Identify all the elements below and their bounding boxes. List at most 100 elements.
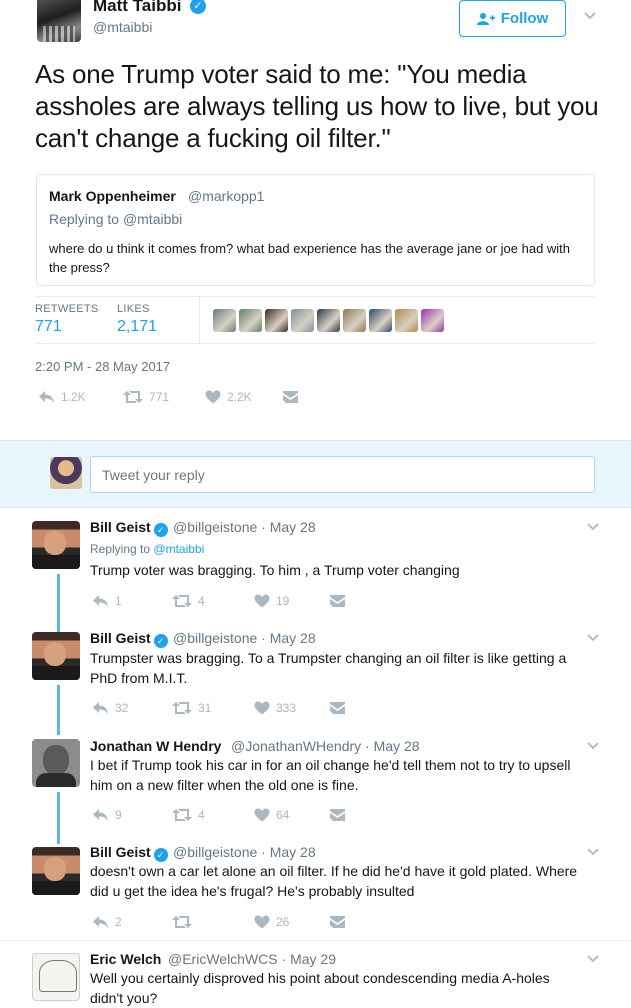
- liker-avatar[interactable]: [317, 309, 340, 332]
- envelope-icon: [283, 391, 298, 403]
- reply-avatar[interactable]: [32, 953, 80, 1001]
- reply-action[interactable]: 1: [92, 594, 172, 608]
- reply-author-name[interactable]: Bill Geist ✓: [90, 844, 168, 862]
- quoted-tweet[interactable]: Mark Oppenheimer @markopp1 Replying to @…: [36, 174, 595, 286]
- message-action[interactable]: [283, 390, 298, 404]
- author-name[interactable]: Matt Taibbi: [93, 0, 181, 16]
- reply-input[interactable]: [90, 456, 595, 493]
- author-handle[interactable]: @mtaibbi: [93, 19, 152, 35]
- retweet-icon: [172, 595, 192, 607]
- current-user-avatar: [50, 457, 82, 489]
- reply-text: Trump voter was bragging. To him , a Tru…: [90, 562, 460, 578]
- retweet-action[interactable]: 31: [172, 701, 254, 715]
- retweets-stat[interactable]: RETWEETS 771: [35, 303, 99, 336]
- reply-author-handle[interactable]: @billgeistone: [173, 519, 257, 535]
- reply-icon: [39, 391, 54, 403]
- reply-tweet[interactable]: Jonathan W Hendry @JonathanWHendry · May…: [0, 735, 631, 844]
- message-action[interactable]: [330, 594, 345, 608]
- retweet-icon: [172, 702, 192, 714]
- main-tweet: Matt Taibbi ✓ @mtaibbi Follow As one Tru…: [0, 0, 631, 440]
- liker-avatar[interactable]: [369, 309, 392, 332]
- heart-icon: [254, 701, 270, 715]
- follow-button[interactable]: Follow: [459, 0, 566, 37]
- reply-date[interactable]: May 28: [270, 844, 316, 860]
- retweet-action[interactable]: 4: [172, 594, 254, 608]
- like-action[interactable]: 64: [254, 808, 330, 822]
- reply-date[interactable]: May 28: [270, 519, 316, 535]
- retweet-icon: [172, 916, 192, 928]
- thread-connector: [57, 792, 60, 844]
- reply-avatar[interactable]: [32, 521, 80, 569]
- reply-tweet[interactable]: Bill Geist ✓ @billgeistone · May 28 Reply…: [0, 508, 631, 625]
- reply-author-name[interactable]: Jonathan W Hendry: [90, 738, 221, 754]
- like-action[interactable]: 26: [254, 915, 330, 929]
- like-count: 64: [276, 808, 290, 822]
- author-avatar[interactable]: [37, 0, 81, 42]
- retweet-count: 31: [198, 701, 212, 715]
- reply-date[interactable]: May 29: [290, 951, 336, 967]
- reply-author-handle[interactable]: @JonathanWHendry: [231, 738, 361, 754]
- reply-action[interactable]: 2: [92, 915, 172, 929]
- reply-replying-to: Replying to @mtaibbi: [90, 542, 204, 556]
- reply-action-bar: 32 31 333: [92, 701, 345, 715]
- reply-author-name-text: Bill Geist: [90, 519, 151, 535]
- retweet-action[interactable]: [172, 915, 254, 929]
- reply-text: I bet if Trump took his car in for an oi…: [90, 757, 571, 793]
- chevron-down-icon[interactable]: [586, 954, 600, 964]
- reply-icon: [93, 595, 108, 607]
- reply-avatar[interactable]: [32, 632, 80, 680]
- retweet-icon: [172, 809, 192, 821]
- replying-handle[interactable]: @mtaibbi: [153, 542, 204, 556]
- reply-tweet[interactable]: Bill Geist ✓ @billgeistone · May 28 Trump…: [0, 625, 631, 735]
- chevron-down-icon[interactable]: [586, 522, 600, 532]
- liker-avatar[interactable]: [395, 309, 418, 332]
- message-action[interactable]: [330, 701, 345, 715]
- reply-author-name[interactable]: Bill Geist ✓: [90, 519, 168, 537]
- likes-stat[interactable]: LIKES 2,171: [117, 303, 157, 336]
- reply-author-handle[interactable]: @EricWelchWCS: [168, 951, 278, 967]
- thread-connector: [57, 574, 60, 625]
- chevron-down-icon[interactable]: [583, 8, 597, 22]
- like-action[interactable]: 2.2K: [205, 390, 283, 404]
- reply-action[interactable]: 1.2K: [38, 390, 123, 404]
- reply-action-bar: 1 4 19: [92, 594, 345, 608]
- liker-avatar[interactable]: [343, 309, 366, 332]
- liker-avatar[interactable]: [265, 309, 288, 332]
- liker-avatar[interactable]: [239, 309, 262, 332]
- liker-avatar[interactable]: [421, 309, 444, 332]
- chevron-down-icon[interactable]: [586, 741, 600, 751]
- like-action[interactable]: 333: [254, 701, 330, 715]
- reply-avatar[interactable]: [32, 739, 80, 787]
- chevron-down-icon[interactable]: [586, 633, 600, 643]
- tweet-timestamp[interactable]: 2:20 PM - 28 May 2017: [35, 359, 170, 374]
- like-count: 2.2K: [227, 390, 252, 404]
- retweet-action[interactable]: 771: [123, 390, 205, 404]
- like-action[interactable]: 19: [254, 594, 330, 608]
- liker-avatar[interactable]: [213, 309, 236, 332]
- reply-action[interactable]: 9: [92, 808, 172, 822]
- liker-avatars: [213, 309, 444, 332]
- replying-prefix: Replying to: [49, 211, 120, 227]
- message-action[interactable]: [330, 915, 345, 929]
- reply-meta: @billgeistone · May 28: [173, 630, 316, 646]
- reply-date[interactable]: May 28: [374, 738, 420, 754]
- reply-tweet[interactable]: Bill Geist ✓ @billgeistone · May 28 doesn…: [0, 844, 631, 940]
- tweet-text: As one Trump voter said to me: "You medi…: [35, 59, 599, 153]
- like-count: 26: [276, 915, 290, 929]
- retweet-action[interactable]: 4: [172, 808, 254, 822]
- reply-date[interactable]: May 28: [270, 630, 316, 646]
- chevron-down-icon[interactable]: [586, 847, 600, 857]
- liker-avatar[interactable]: [291, 309, 314, 332]
- likes-count: 2,171: [117, 318, 158, 335]
- reply-action[interactable]: 32: [92, 701, 172, 715]
- reply-author-handle[interactable]: @billgeistone: [173, 630, 257, 646]
- reply-count: 9: [115, 808, 122, 822]
- reply-tweet[interactable]: Eric Welch @EricWelchWCS · May 29 Well y…: [0, 941, 631, 1008]
- reply-author-handle[interactable]: @billgeistone: [173, 844, 257, 860]
- reply-author-name-text: Bill Geist: [90, 630, 151, 646]
- message-action[interactable]: [330, 808, 345, 822]
- reply-author-name[interactable]: Bill Geist ✓: [90, 630, 168, 648]
- reply-avatar[interactable]: [32, 847, 80, 895]
- reply-author-name[interactable]: Eric Welch: [90, 951, 161, 967]
- quote-author-handle: @markopp1: [188, 188, 265, 204]
